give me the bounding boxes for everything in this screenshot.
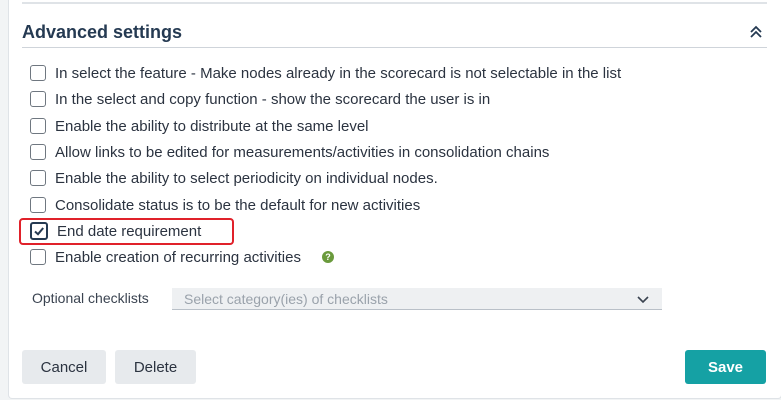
checkbox[interactable] xyxy=(30,249,46,265)
save-button[interactable]: Save xyxy=(685,350,766,384)
option-select-copy[interactable]: In the select and copy function - show t… xyxy=(30,89,490,109)
chevron-down-icon xyxy=(637,296,649,304)
section-title: Advanced settings xyxy=(22,22,183,42)
option-recurring-activities[interactable]: Enable creation of recurring activities … xyxy=(30,247,334,267)
checkbox[interactable] xyxy=(30,170,46,186)
option-label: In the select and copy function - show t… xyxy=(55,90,491,108)
checklists-placeholder: Select category(ies) of checklists xyxy=(184,290,388,307)
option-end-date-requirement[interactable]: End date requirement xyxy=(30,221,201,241)
option-label: Enable the ability to select periodicity… xyxy=(55,169,438,187)
option-allow-links-edit[interactable]: Allow links to be edited for measurement… xyxy=(30,142,549,162)
checkbox[interactable] xyxy=(30,118,46,134)
checkbox[interactable] xyxy=(30,65,46,81)
checkbox-checked[interactable] xyxy=(30,222,48,240)
checkbox[interactable] xyxy=(30,91,46,107)
option-select-feature[interactable]: In select the feature - Make nodes alrea… xyxy=(30,63,621,83)
double-chevron-up-icon xyxy=(750,25,762,38)
option-label: End date requirement xyxy=(57,222,202,240)
option-label: Enable the ability to distribute at the … xyxy=(55,117,369,135)
cancel-button[interactable]: Cancel xyxy=(22,350,106,384)
help-icon[interactable]: ? xyxy=(321,251,334,263)
option-label: In select the feature - Make nodes alrea… xyxy=(55,64,622,82)
option-label: Consolidate status is to be the default … xyxy=(55,196,421,214)
checklists-label: Optional checklists xyxy=(32,290,149,306)
option-periodicity[interactable]: Enable the ability to select periodicity… xyxy=(30,168,438,188)
checkbox[interactable] xyxy=(30,144,46,160)
delete-button[interactable]: Delete xyxy=(115,350,196,384)
option-label: Allow links to be edited for measurement… xyxy=(55,143,550,161)
option-distribute-same-level[interactable]: Enable the ability to distribute at the … xyxy=(30,116,369,136)
option-label: Enable creation of recurring activities xyxy=(55,248,301,266)
option-consolidate-status[interactable]: Consolidate status is to be the default … xyxy=(30,195,420,215)
checkmark-icon xyxy=(34,227,44,236)
checkbox[interactable] xyxy=(30,197,46,213)
top-divider xyxy=(22,2,767,4)
checklists-select[interactable]: Select category(ies) of checklists xyxy=(172,288,662,310)
collapse-button[interactable] xyxy=(746,22,766,42)
section-divider xyxy=(22,47,767,48)
